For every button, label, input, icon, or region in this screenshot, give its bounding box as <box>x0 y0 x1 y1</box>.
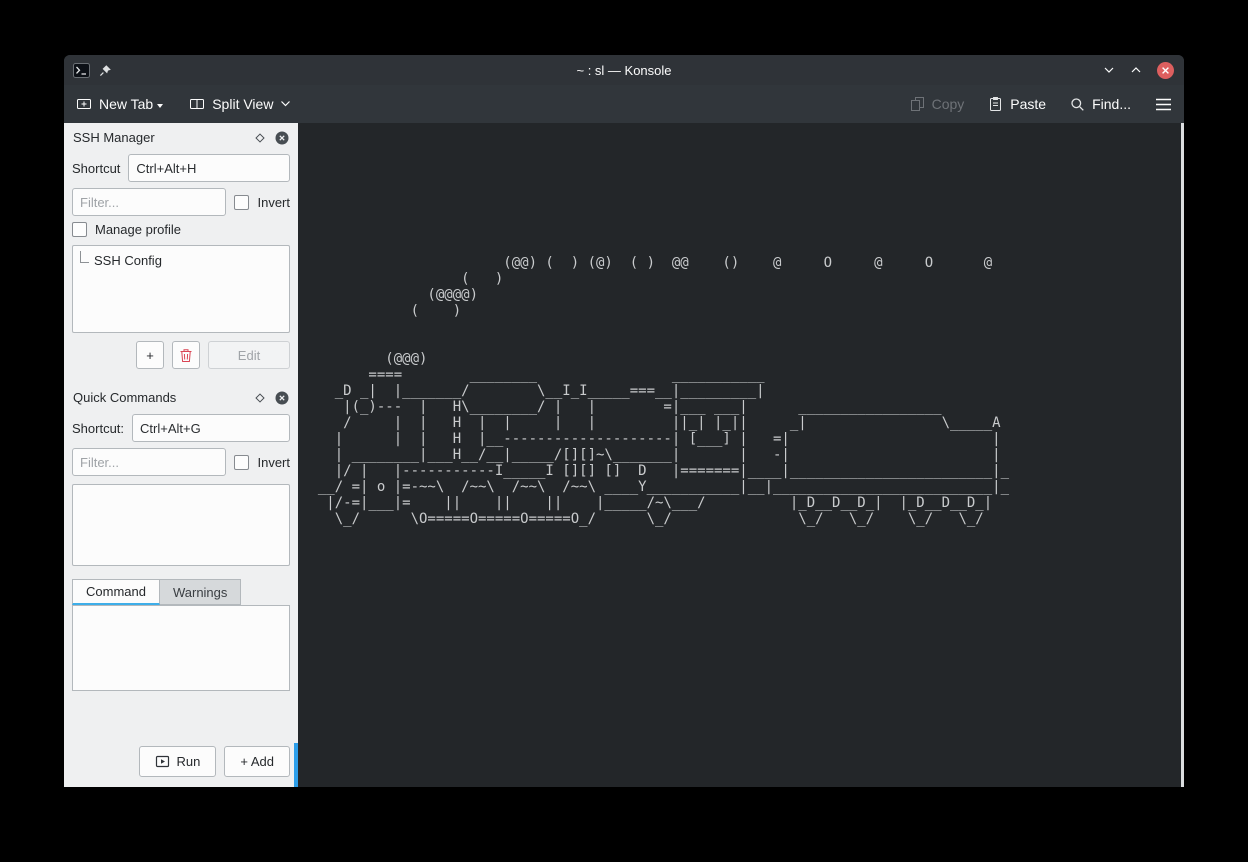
terminal-view[interactable]: (@@) ( ) (@) ( ) @@ () @ O @ O @ ( ) (@@… <box>298 123 1184 787</box>
new-tab-menu-arrow-icon <box>157 104 163 108</box>
konsole-window: ~ : sl — Konsole New Tab Split <box>64 55 1184 787</box>
split-view-icon <box>189 96 205 112</box>
main-toolbar: New Tab Split View Copy P <box>64 85 1184 123</box>
qc-filter-input[interactable] <box>72 448 226 476</box>
find-button[interactable]: Find... <box>1070 96 1131 112</box>
tab-command-label: Command <box>86 584 146 599</box>
konsole-app-icon[interactable] <box>73 63 90 78</box>
ssh-manager-panel-header[interactable]: SSH Manager <box>64 123 298 148</box>
quick-commands-panel-header[interactable]: Quick Commands <box>64 383 298 408</box>
menu-button[interactable] <box>1155 98 1172 111</box>
ssh-delete-button[interactable] <box>172 341 200 369</box>
list-item[interactable]: SSH Config <box>73 246 289 268</box>
pin-icon[interactable] <box>99 64 112 77</box>
desktop: { "window": { "title": "~ : sl — Konsole… <box>0 0 1248 862</box>
terminal-scrollbar[interactable] <box>1181 123 1184 787</box>
tab-warnings[interactable]: Warnings <box>160 579 241 605</box>
manage-profile-checkbox[interactable] <box>72 222 87 237</box>
quick-commands-list[interactable] <box>72 484 290 566</box>
ssh-config-list[interactable]: SSH Config <box>72 245 290 333</box>
ssh-invert-checkbox[interactable] <box>234 195 249 210</box>
close-panel-icon[interactable] <box>275 391 289 405</box>
qc-add-button[interactable]: + Add <box>224 746 290 777</box>
search-icon <box>1070 97 1085 112</box>
paste-button[interactable]: Paste <box>988 96 1046 112</box>
plus-icon: + <box>146 348 154 363</box>
ssh-shortcut-input[interactable] <box>128 154 290 182</box>
copy-label: Copy <box>932 96 965 112</box>
close-button[interactable] <box>1156 61 1175 80</box>
new-tab-button[interactable]: New Tab <box>76 96 163 112</box>
qc-invert-checkbox[interactable] <box>234 455 249 470</box>
run-icon <box>155 754 170 769</box>
minimize-button[interactable] <box>1102 63 1116 77</box>
ssh-config-item-label: SSH Config <box>94 253 162 268</box>
chevron-down-icon <box>280 100 291 108</box>
tab-command[interactable]: Command <box>72 579 160 605</box>
qc-shortcut-input[interactable] <box>132 414 290 442</box>
paste-icon <box>988 96 1003 112</box>
hamburger-icon <box>1155 98 1172 111</box>
ssh-invert-label: Invert <box>257 195 290 210</box>
copy-icon <box>910 96 925 112</box>
copy-button[interactable]: Copy <box>910 96 965 112</box>
window-title: ~ : sl — Konsole <box>184 63 1064 78</box>
ssh-shortcut-label: Shortcut <box>72 161 120 176</box>
paste-label: Paste <box>1010 96 1046 112</box>
sidebar: SSH Manager Shortcut Invert Manage pr <box>64 123 298 787</box>
trash-icon <box>179 348 193 363</box>
maximize-button[interactable] <box>1129 63 1143 77</box>
command-editor[interactable] <box>72 605 290 691</box>
new-tab-label: New Tab <box>99 96 153 112</box>
ssh-add-button[interactable]: + <box>136 341 164 369</box>
split-view-button[interactable]: Split View <box>189 96 291 112</box>
float-panel-icon[interactable] <box>254 132 266 144</box>
ssh-manager-title: SSH Manager <box>73 130 245 145</box>
float-panel-icon[interactable] <box>254 392 266 404</box>
tree-branch-icon <box>80 251 89 263</box>
qc-shortcut-label: Shortcut: <box>72 421 124 436</box>
tab-warnings-label: Warnings <box>173 585 227 600</box>
split-view-label: Split View <box>212 96 273 112</box>
ssh-filter-input[interactable] <box>72 188 226 216</box>
run-button[interactable]: Run <box>139 746 217 777</box>
titlebar[interactable]: ~ : sl — Konsole <box>64 55 1184 85</box>
new-tab-icon <box>76 96 92 112</box>
close-panel-icon[interactable] <box>275 131 289 145</box>
find-label: Find... <box>1092 96 1131 112</box>
ssh-edit-label: Edit <box>238 348 260 363</box>
manage-profile-label: Manage profile <box>95 222 181 237</box>
sl-train-ascii-art: (@@) ( ) (@) ( ) @@ () @ O @ O @ ( ) (@@… <box>298 123 1184 527</box>
qc-invert-label: Invert <box>257 455 290 470</box>
quick-commands-title: Quick Commands <box>73 390 245 405</box>
qc-add-label: + Add <box>240 754 274 769</box>
ssh-edit-button[interactable]: Edit <box>208 341 290 369</box>
run-label: Run <box>177 754 201 769</box>
